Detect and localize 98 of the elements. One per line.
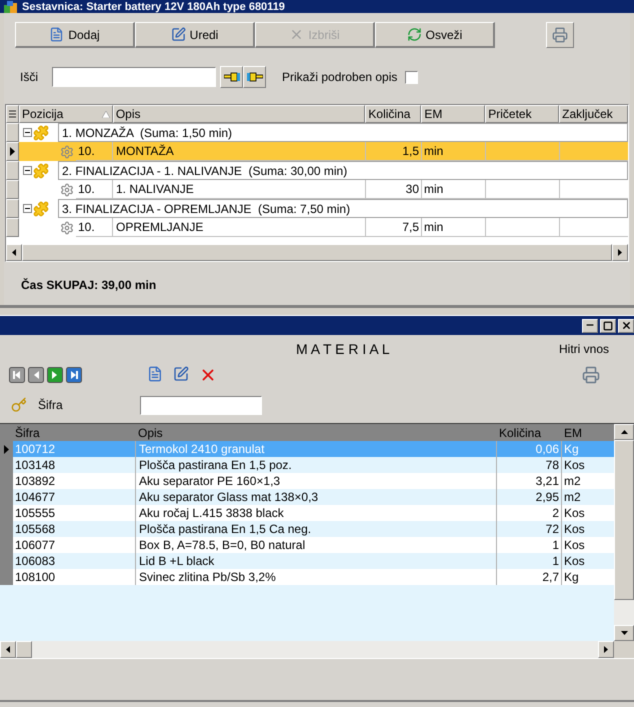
column-header[interactable]: Zaključek (559, 105, 628, 123)
scroll-thumb[interactable] (614, 440, 634, 600)
material-row[interactable]: 106077 Box B, A=78.5, B=0, B0 natural 1 Kos (0, 537, 614, 553)
previous-record-icon[interactable] (28, 367, 44, 383)
table-cell: 2,7 (497, 569, 562, 585)
table-cell: MONTAŽA (113, 142, 366, 161)
toolbar-button[interactable]: Osveži (375, 22, 495, 48)
table-cell: min (422, 218, 486, 237)
new-document-icon[interactable] (147, 366, 163, 382)
gear-icon (60, 182, 74, 196)
minimize-button[interactable] (582, 318, 598, 332)
close-icon (620, 320, 632, 331)
column-header[interactable]: EM (562, 424, 614, 441)
code-filter-field[interactable] (140, 396, 262, 414)
collapse-toggle[interactable] (23, 204, 32, 213)
print-button[interactable] (546, 22, 574, 48)
table-cell-text: Kg (563, 441, 580, 457)
maximize-button[interactable] (600, 318, 616, 332)
table-cell: Svinec zlitina Pb/Sb 3,2% (136, 569, 497, 585)
detail-option-label: Prikaži podroben opis (282, 69, 398, 86)
column-header[interactable]: Pozicija (18, 105, 113, 123)
table-cell: 1,5 (366, 142, 422, 161)
column-header[interactable]: Pričetek (485, 105, 560, 123)
table-cell: OPREMLJANJE (113, 218, 366, 237)
search-label: Išči (20, 69, 39, 86)
tree-item-row[interactable]: 10. OPREMLJANJE 7,5 min (6, 218, 628, 237)
scroll-thumb[interactable] (16, 641, 32, 658)
scroll-left-icon[interactable] (6, 646, 10, 653)
scroll-right-icon[interactable] (604, 646, 608, 653)
last-record-icon[interactable] (66, 367, 82, 383)
column-header[interactable]: Šifra (13, 424, 136, 441)
pencil-icon[interactable] (173, 366, 189, 382)
close-button[interactable] (618, 318, 634, 332)
gear-icon (60, 144, 74, 158)
refresh-icon (406, 27, 422, 42)
table-cell: 1. NALIVANJE (113, 180, 366, 199)
table-cell: min (422, 142, 486, 161)
collapse-toggle[interactable] (23, 166, 32, 175)
table-cell-text: Kos (563, 553, 586, 569)
puzzle-icon (33, 200, 49, 216)
table-cell-text: Kos (563, 505, 586, 521)
column-header[interactable]: Količina (365, 105, 422, 123)
search-previous-button[interactable] (220, 66, 243, 88)
material-row[interactable]: 108100 Svinec zlitina Pb/Sb 3,2% 2,7 Kg (0, 569, 614, 585)
search-field[interactable] (52, 67, 216, 87)
column-header[interactable]: Količina (497, 424, 562, 441)
next-record-icon[interactable] (47, 367, 63, 383)
gear-icon (60, 220, 74, 234)
table-cell-text: Kg (563, 569, 580, 585)
column-header[interactable]: Opis (136, 424, 497, 441)
table-cell: min (422, 180, 486, 199)
first-record-icon[interactable] (9, 367, 25, 383)
column-chooser-icon[interactable] (8, 110, 16, 118)
scroll-down-icon[interactable] (620, 631, 628, 635)
app-icon (4, 0, 18, 12)
horizontal-scrollbar[interactable] (0, 641, 614, 658)
tree-item-row[interactable]: 10. 1. NALIVANJE 30 min (6, 180, 628, 199)
collapse-toggle[interactable] (23, 128, 32, 137)
section-title: M A T E R I A L (296, 340, 390, 358)
scroll-up-icon[interactable] (620, 430, 628, 434)
table-cell-text: Kos (563, 521, 586, 537)
toolbar-button[interactable]: Uredi (135, 22, 255, 48)
total-time: Čas SKUPAJ: 39,00 min (21, 276, 156, 294)
row-pointer-icon (4, 444, 9, 454)
table-cell: 10. (76, 142, 113, 161)
row-pointer-icon (10, 147, 15, 156)
material-row[interactable]: 105555 Aku ročaj L.415 3838 black 2 Kos (0, 505, 614, 521)
window-title: Sestavnica: Starter battery 12V 180Ah type 680119 (22, 0, 285, 12)
quick-entry-label: Hitri vnos (558, 341, 609, 358)
column-header[interactable]: Opis (112, 105, 366, 123)
detail-checkbox[interactable] (405, 70, 418, 84)
printer-icon[interactable] (582, 366, 600, 384)
document-icon (49, 27, 64, 42)
table-cell-text: Kos (563, 457, 586, 473)
column-header[interactable]: EM (421, 105, 486, 123)
material-row[interactable]: 103892 Aku separator PE 160×1,3 3,21 m2 (0, 473, 614, 489)
table-cell: 7,5 (366, 218, 422, 237)
table-cell: 108100 (13, 569, 136, 585)
sort-ascending-icon (102, 110, 110, 118)
table-cell-text: m2 (563, 473, 582, 489)
scroll-right-icon[interactable] (618, 249, 622, 256)
puzzle-icon (33, 162, 49, 178)
table-cell: 10. (76, 180, 113, 199)
key-icon (11, 397, 27, 413)
filter-label: Šifra (38, 397, 64, 414)
table-cell: 30 (366, 180, 422, 199)
puzzle-icon (33, 124, 49, 140)
printer-icon (552, 27, 568, 43)
tree-item-row[interactable]: 10. MONTAŽA 1,5 min (6, 142, 628, 161)
maximize-icon (603, 320, 613, 330)
vertical-scrollbar[interactable] (614, 424, 634, 658)
search-next-button[interactable] (243, 66, 266, 88)
table-cell-text: Kos (563, 537, 586, 553)
table-cell-text: m2 (563, 489, 582, 505)
toolbar-button[interactable]: Dodaj (15, 22, 135, 48)
table-cell: 10. (76, 218, 113, 237)
pencil-icon (170, 27, 186, 42)
scroll-left-icon[interactable] (12, 249, 16, 256)
